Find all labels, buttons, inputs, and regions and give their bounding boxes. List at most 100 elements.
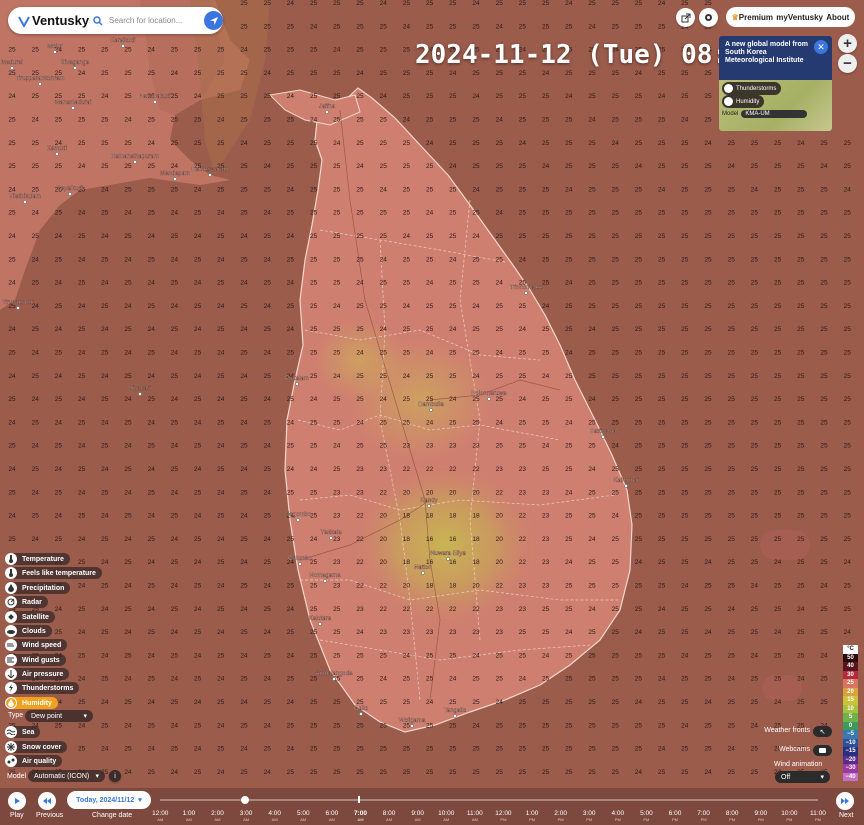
- date-picker-button[interactable]: Today, 2024/11/12 ▾: [67, 791, 151, 809]
- timeline-hour[interactable]: 5:00 AM: [289, 810, 318, 823]
- grid-value: 24: [32, 256, 40, 263]
- grid-value: 25: [217, 280, 225, 287]
- grid-value: 25: [797, 163, 805, 170]
- timeline-hour[interactable]: 3:00 PM: [575, 810, 604, 823]
- next-button[interactable]: [836, 792, 854, 810]
- timeline-hour[interactable]: 7:00 PM: [689, 810, 718, 823]
- type-select[interactable]: Dew point ▾: [25, 710, 93, 722]
- timeline-hour[interactable]: 12:00 PM: [489, 810, 518, 823]
- timeline-hour[interactable]: 1:00 PM: [518, 810, 547, 823]
- timeline-hour[interactable]: 6:00 AM: [318, 810, 347, 823]
- grid-value: 25: [194, 70, 202, 77]
- grid-value: 25: [194, 629, 202, 636]
- layer-sea[interactable]: Sea: [5, 726, 41, 738]
- layer-temperature[interactable]: Temperature: [5, 553, 70, 565]
- layer-wind-speed[interactable]: Wind speed: [5, 639, 68, 651]
- city-dot: [55, 152, 59, 156]
- grid-value: 24: [32, 350, 40, 357]
- layer-wind-gusts[interactable]: Wind gusts: [5, 654, 66, 666]
- grid-value: 25: [310, 350, 318, 357]
- layer-air-quality[interactable]: Air quality: [5, 755, 63, 767]
- promo-pill-thunderstorms: Thunderstorms: [722, 82, 782, 95]
- timeline-hour[interactable]: 7:00 AM: [346, 810, 375, 823]
- grid-value: 24: [171, 350, 179, 357]
- grid-value: 25: [403, 140, 411, 147]
- grid-value: 25: [704, 676, 712, 683]
- timeline-hour[interactable]: 8:00 PM: [718, 810, 747, 823]
- timeline-hour[interactable]: 2:00 PM: [546, 810, 575, 823]
- layer-humidity[interactable]: Humidity: [5, 697, 58, 709]
- layer-clouds[interactable]: Clouds: [5, 625, 52, 637]
- grid-value: 24: [171, 676, 179, 683]
- layer-air-pressure-label: Air pressure: [22, 670, 64, 678]
- timeline-track[interactable]: [160, 799, 818, 801]
- timeline-hour-time: 7:00: [353, 810, 367, 817]
- grid-value: 24: [287, 746, 295, 753]
- layer-snow-cover[interactable]: Snow cover: [5, 741, 68, 753]
- grid-value: 24: [287, 186, 295, 193]
- ventusky-logo[interactable]: Ventusky: [8, 13, 93, 28]
- zoom-out-button[interactable]: −: [838, 54, 857, 73]
- webcams-toggle[interactable]: [813, 745, 832, 756]
- promo-card[interactable]: A new global model from South Korea Mete…: [719, 36, 832, 131]
- grid-value: 25: [449, 210, 457, 217]
- grid-value: 25: [820, 186, 828, 193]
- zoom-in-button[interactable]: +: [838, 34, 857, 53]
- timeline-hour[interactable]: 9:00 PM: [746, 810, 775, 823]
- grid-value: 25: [751, 303, 759, 310]
- timeline-hour[interactable]: 3:00 AM: [232, 810, 261, 823]
- wind-animation-select[interactable]: Off ▾: [775, 771, 830, 783]
- timeline-hour[interactable]: 10:00 PM: [775, 810, 804, 823]
- layer-precipitation[interactable]: Precipitation: [5, 582, 71, 594]
- model-select[interactable]: Automatic (ICON) ▾: [28, 770, 105, 782]
- layer-air-pressure[interactable]: Air pressure: [5, 668, 70, 680]
- timeline-hour[interactable]: 4:00 PM: [604, 810, 633, 823]
- city-label: Sayalkudi: [57, 186, 83, 192]
- grid-value: 25: [635, 536, 643, 543]
- timeline-hour[interactable]: 4:00 AM: [260, 810, 289, 823]
- grid-value: 24: [124, 210, 132, 217]
- locate-button[interactable]: [204, 11, 223, 30]
- grid-value: 24: [78, 676, 86, 683]
- layer-satellite[interactable]: Satellite: [5, 611, 55, 623]
- timeline-hour[interactable]: 2:00 AM: [203, 810, 232, 823]
- timeline-hour[interactable]: 11:00 PM: [804, 810, 833, 823]
- layer-feels-like[interactable]: Feels like temperature: [5, 567, 102, 579]
- previous-button[interactable]: [38, 792, 56, 810]
- timeline-hour[interactable]: 12:00 AM: [146, 810, 175, 823]
- layer-thunderstorms[interactable]: Thunderstorms: [5, 682, 80, 694]
- my-ventusky-link[interactable]: myVentusky: [776, 13, 823, 22]
- grid-value: 25: [774, 583, 782, 590]
- grid-value: 25: [171, 140, 179, 147]
- grid-value: 25: [658, 373, 666, 380]
- city-label: Ambalangoda: [315, 671, 353, 677]
- grid-value: 25: [588, 186, 596, 193]
- timeline-hour[interactable]: 9:00 AM: [403, 810, 432, 823]
- search-input[interactable]: [109, 16, 201, 25]
- model-info-button[interactable]: i: [109, 770, 121, 782]
- timeline-hour[interactable]: 11:00 AM: [461, 810, 490, 823]
- timeline-hour-period: AM: [328, 817, 335, 822]
- play-button[interactable]: [8, 792, 26, 810]
- grid-value: 24: [472, 0, 480, 7]
- grid-value: 25: [704, 186, 712, 193]
- grid-value: 25: [681, 629, 689, 636]
- settings-button[interactable]: [699, 8, 718, 27]
- timeline-handle[interactable]: [241, 796, 249, 804]
- timeline-hour[interactable]: 5:00 PM: [632, 810, 661, 823]
- timeline-hour[interactable]: 6:00 PM: [661, 810, 690, 823]
- grid-value: 24: [8, 233, 16, 240]
- timeline-hour[interactable]: 1:00 AM: [175, 810, 204, 823]
- premium-link[interactable]: ♛Premium: [732, 13, 773, 22]
- share-button[interactable]: [676, 8, 695, 27]
- grid-value: 25: [612, 163, 620, 170]
- timeline-hour[interactable]: 8:00 AM: [375, 810, 404, 823]
- about-link[interactable]: About: [826, 13, 849, 22]
- weather-fronts-toggle[interactable]: ↖: [813, 726, 832, 737]
- layer-radar[interactable]: Radar: [5, 596, 48, 608]
- grid-value: 25: [240, 396, 248, 403]
- timeline-hour[interactable]: 10:00 AM: [432, 810, 461, 823]
- promo-close-button[interactable]: ✕: [814, 40, 828, 54]
- grid-value: 24: [78, 210, 86, 217]
- grid-value: 24: [612, 140, 620, 147]
